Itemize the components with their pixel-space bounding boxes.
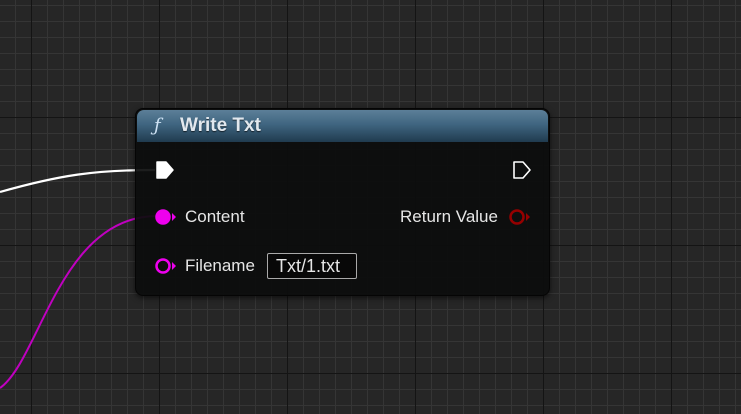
content-pin-label: Content [185, 207, 245, 226]
filename-input[interactable] [267, 253, 357, 279]
return-value-pin-icon[interactable] [508, 207, 532, 227]
exec-in-pin-icon[interactable] [155, 160, 175, 180]
exec-out-pin-icon[interactable] [512, 160, 532, 180]
write-txt-node[interactable]: ƒ Write Txt Content Return Value Filenam… [135, 108, 550, 296]
filename-pin-icon[interactable] [154, 256, 178, 276]
function-icon: ƒ [154, 115, 161, 136]
return-value-pin-label: Return Value [400, 207, 498, 226]
blueprint-graph-canvas[interactable]: ƒ Write Txt Content Return Value Filenam… [0, 0, 741, 414]
node-title: Write Txt [180, 115, 261, 136]
node-header[interactable]: ƒ Write Txt [137, 110, 548, 142]
filename-pin-label: Filename [185, 256, 255, 275]
exec-wire[interactable] [0, 168, 156, 194]
content-pin-icon[interactable] [154, 207, 178, 227]
